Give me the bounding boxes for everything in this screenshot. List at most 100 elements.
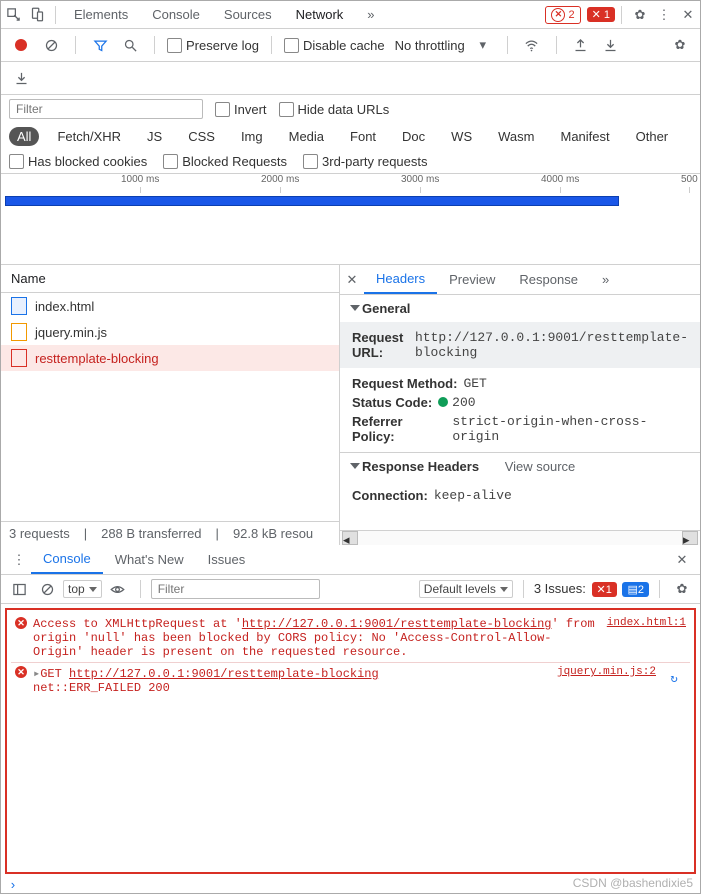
pill-all[interactable]: All <box>9 127 39 146</box>
record-icon[interactable] <box>9 33 33 57</box>
clear-icon[interactable] <box>39 33 63 57</box>
details-tab-headers[interactable]: Headers <box>364 265 437 294</box>
console-url-link[interactable]: http://127.0.0.1:9001/resttemplate-block… <box>69 667 379 681</box>
issues-summary[interactable]: 3 Issues: ✕ 1 ▤ 2 <box>534 581 649 597</box>
section-general-header[interactable]: General <box>340 295 700 322</box>
request-row-selected[interactable]: resttemplate-blocking <box>1 345 339 371</box>
list-header-name[interactable]: Name <box>1 265 339 293</box>
throttling-select[interactable]: No throttling <box>395 38 465 53</box>
request-row[interactable]: jquery.min.js <box>1 319 339 345</box>
download-har-icon[interactable] <box>9 66 33 90</box>
pill-wasm[interactable]: Wasm <box>490 127 542 146</box>
pill-img[interactable]: Img <box>233 127 271 146</box>
drawer-tab-console[interactable]: Console <box>31 545 103 574</box>
drawer-tab-issues[interactable]: Issues <box>196 546 258 573</box>
console-url-link[interactable]: http://127.0.0.1:9001/resttemplate-block… <box>242 617 552 631</box>
tab-elements[interactable]: Elements <box>62 1 140 28</box>
upload-icon[interactable] <box>569 33 593 57</box>
retry-icon[interactable]: ↻ <box>662 666 686 690</box>
pill-other[interactable]: Other <box>628 127 677 146</box>
pill-ws[interactable]: WS <box>443 127 480 146</box>
xhr-error-icon <box>11 349 27 367</box>
issues-info-badge: ▤ 2 <box>622 582 649 597</box>
disable-cache[interactable]: Disable cache <box>284 38 385 53</box>
section-response-headers[interactable]: Response Headers View source <box>340 452 700 480</box>
eye-icon[interactable] <box>106 577 130 601</box>
context-selector[interactable]: top <box>63 580 102 598</box>
throttle-caret-icon[interactable]: ▾ <box>471 33 495 57</box>
request-method-label: Request Method: <box>352 376 457 391</box>
console-source-link[interactable]: index.html:1 <box>607 617 686 629</box>
pill-doc[interactable]: Doc <box>394 127 433 146</box>
error-count-fill[interactable]: ✕ 1 <box>587 7 615 22</box>
console-output: ✕ Access to XMLHttpRequest at 'http://12… <box>5 608 696 874</box>
referrer-policy-value: strict-origin-when-cross-origin <box>452 414 688 444</box>
hide-data-urls-checkbox[interactable]: Hide data URLs <box>279 102 390 117</box>
console-filter-input[interactable] <box>151 579 320 599</box>
referrer-policy-label: Referrer Policy: <box>352 414 446 444</box>
console-clear-icon[interactable] <box>35 577 59 601</box>
network-settings-icon[interactable]: ✿ <box>668 33 692 57</box>
resource-type-pills: All Fetch/XHR JS CSS Img Media Font Doc … <box>1 123 700 150</box>
resources-size: 92.8 kB resou <box>233 526 313 541</box>
details-tab-response[interactable]: Response <box>507 266 590 293</box>
timeline-tick: 1000 ms <box>121 174 159 185</box>
third-party-checkbox[interactable]: 3rd-party requests <box>303 154 428 169</box>
tab-console[interactable]: Console <box>140 1 212 28</box>
console-source-link[interactable]: jquery.min.js:2 <box>557 666 656 678</box>
console-error-line: ✕ Access to XMLHttpRequest at 'http://12… <box>11 614 690 662</box>
preserve-log[interactable]: Preserve log <box>167 38 259 53</box>
download-icon[interactable] <box>599 33 623 57</box>
connection-value: keep-alive <box>434 488 512 503</box>
inspect-icon[interactable] <box>1 3 25 27</box>
filter-bar: Invert Hide data URLs <box>1 94 700 123</box>
view-source-link[interactable]: View source <box>505 459 576 474</box>
details-scrollbar[interactable]: ◂▸ <box>340 530 700 545</box>
request-method-value: GET <box>463 376 486 391</box>
tab-sources[interactable]: Sources <box>212 1 284 28</box>
pill-js[interactable]: JS <box>139 127 170 146</box>
settings-icon[interactable]: ✿ <box>628 3 652 27</box>
device-icon[interactable] <box>25 3 49 27</box>
pill-css[interactable]: CSS <box>180 127 223 146</box>
watermark: CSDN @bashendixie5 <box>573 876 693 890</box>
blocked-cookies-checkbox[interactable]: Has blocked cookies <box>9 154 147 169</box>
pill-font[interactable]: Font <box>342 127 384 146</box>
drawer-tab-whatsnew[interactable]: What's New <box>103 546 196 573</box>
details-tab-overflow[interactable]: » <box>590 266 621 293</box>
connection-label: Connection: <box>352 488 428 503</box>
close-icon[interactable]: ✕ <box>676 3 700 27</box>
issues-error-badge: ✕ 1 <box>592 582 617 597</box>
tab-network[interactable]: Network <box>284 1 356 28</box>
doc-icon <box>11 297 27 315</box>
error-count-outline[interactable]: ✕ 2 <box>545 6 580 24</box>
drawer-kebab-icon[interactable]: ⋮ <box>7 548 31 572</box>
timeline-tick: 500 <box>681 174 698 185</box>
tab-overflow[interactable]: » <box>355 1 386 28</box>
pill-fetchxhr[interactable]: Fetch/XHR <box>49 127 129 146</box>
drawer-close-icon[interactable]: ✕ <box>670 548 694 572</box>
request-row[interactable]: index.html <box>1 293 339 319</box>
blocked-requests-checkbox[interactable]: Blocked Requests <box>163 154 287 169</box>
request-url-value: http://127.0.0.1:9001/resttemplate-block… <box>415 330 688 360</box>
request-details: ✕ Headers Preview Response » General Req… <box>340 265 700 545</box>
search-icon[interactable] <box>118 33 142 57</box>
log-levels-select[interactable]: Default levels <box>419 580 513 598</box>
wifi-icon[interactable] <box>520 33 544 57</box>
filter-icon[interactable] <box>88 33 112 57</box>
pill-media[interactable]: Media <box>281 127 332 146</box>
error-icon: ✕ <box>15 617 27 629</box>
console-toolbar: top Default levels 3 Issues: ✕ 1 ▤ 2 ✿ <box>1 575 700 604</box>
request-url-label: Request URL: <box>352 330 409 360</box>
filter-input[interactable] <box>9 99 203 119</box>
console-sidebar-icon[interactable] <box>7 577 31 601</box>
invert-checkbox[interactable]: Invert <box>215 102 267 117</box>
console-error-line: ✕ ▸GET http://127.0.0.1:9001/resttemplat… <box>11 662 690 698</box>
close-details-icon[interactable]: ✕ <box>340 268 364 292</box>
error-icon: ✕ <box>15 666 27 678</box>
details-tab-preview[interactable]: Preview <box>437 266 507 293</box>
timeline-overview[interactable]: 1000 ms 2000 ms 3000 ms 4000 ms 500 <box>1 174 700 265</box>
kebab-icon[interactable]: ⋮ <box>652 3 676 27</box>
pill-manifest[interactable]: Manifest <box>552 127 617 146</box>
console-settings-icon[interactable]: ✿ <box>670 577 694 601</box>
